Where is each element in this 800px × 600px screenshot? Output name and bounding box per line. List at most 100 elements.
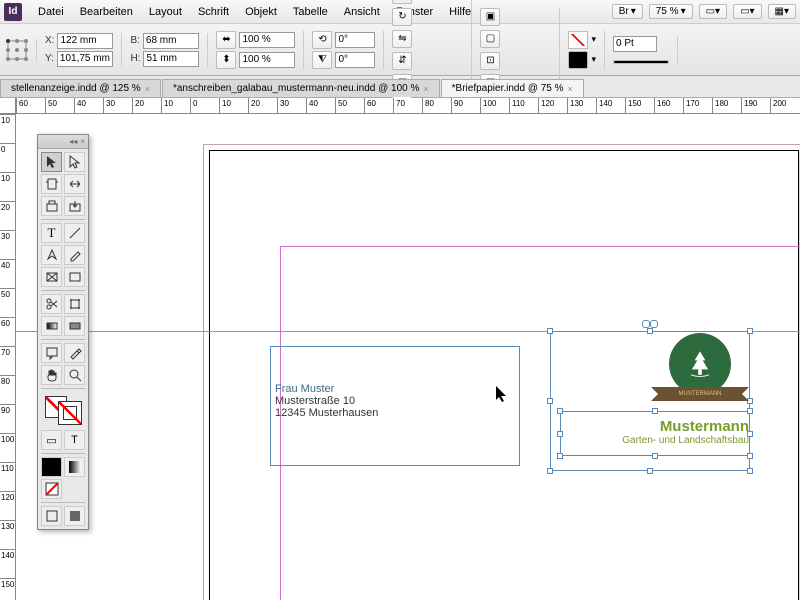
resize-handle[interactable]	[747, 468, 753, 474]
menu-layout[interactable]: Layout	[141, 6, 190, 18]
control-bar: X: Y: B: H: ⬌ ⬍ ⟲ ⧨ ↺ ↻ ⇋ ⇵ ▤ P ▣ ▢ ⊡ ◫ …	[0, 24, 800, 76]
line-tool[interactable]	[64, 223, 85, 243]
formatting-text-icon[interactable]: T	[64, 430, 85, 450]
h-label: H:	[130, 53, 140, 64]
gap-tool[interactable]	[64, 174, 85, 194]
tools-panel[interactable]: ◂◂× T ▭ T	[37, 134, 89, 530]
rectangle-tool[interactable]	[64, 267, 85, 287]
menu-datei[interactable]: Datei	[30, 6, 72, 18]
fit-content-icon[interactable]: ▣	[480, 8, 500, 26]
logo-mark	[669, 333, 731, 395]
x-input[interactable]	[57, 33, 113, 49]
screen-mode[interactable]: ▭▾	[733, 4, 761, 19]
address-text-frame[interactable]: Frau Muster Musterstraße 10 12345 Muster…	[270, 346, 520, 466]
page-tool[interactable]	[41, 174, 62, 194]
resize-handle[interactable]	[652, 408, 658, 414]
fit-frame-icon[interactable]: ▢	[480, 30, 500, 48]
tools-panel-header[interactable]: ◂◂×	[38, 135, 88, 149]
resize-handle[interactable]	[647, 468, 653, 474]
rotate-cw-icon[interactable]: ↻	[392, 8, 412, 26]
scale-x-input[interactable]	[239, 32, 295, 48]
scale-y-input[interactable]	[239, 52, 295, 68]
w-input[interactable]	[143, 33, 199, 49]
apply-gradient-icon[interactable]	[64, 457, 85, 477]
note-tool[interactable]	[41, 343, 62, 363]
fill-stroke-swatch[interactable]	[43, 394, 83, 426]
close-icon[interactable]: ×	[145, 84, 150, 94]
scale-x-icon: ⬌	[216, 31, 236, 49]
zoom-tool[interactable]	[64, 365, 85, 385]
view-mode-preview[interactable]	[64, 506, 85, 526]
stroke-weight-input[interactable]	[613, 36, 657, 52]
reference-point[interactable]	[6, 39, 37, 61]
tab-stellenanzeige[interactable]: stellenanzeige.indd @ 125 %×	[0, 79, 161, 97]
apply-none-icon[interactable]	[41, 479, 62, 499]
resize-handle[interactable]	[547, 468, 553, 474]
direct-selection-tool[interactable]	[64, 152, 85, 172]
gradient-feather-tool[interactable]	[64, 316, 85, 336]
flip-v-icon[interactable]: ⇵	[392, 52, 412, 70]
apply-color-icon[interactable]	[41, 457, 62, 477]
menu-ansicht[interactable]: Ansicht	[336, 6, 388, 18]
stroke-swatch[interactable]	[568, 51, 588, 69]
center-content-icon[interactable]: ⊡	[480, 52, 500, 70]
content-placer-tool[interactable]	[64, 196, 85, 216]
menu-bearbeiten[interactable]: Bearbeiten	[72, 6, 141, 18]
eyedropper-tool[interactable]	[64, 343, 85, 363]
y-input[interactable]	[57, 51, 113, 67]
resize-handle[interactable]	[547, 328, 553, 334]
scissors-tool[interactable]	[41, 294, 62, 314]
pen-tool[interactable]	[41, 245, 62, 265]
resize-handle[interactable]	[557, 453, 563, 459]
selection-tool[interactable]	[41, 152, 62, 172]
pencil-tool[interactable]	[64, 245, 85, 265]
close-icon[interactable]: ×	[80, 137, 85, 146]
tab-anschreiben[interactable]: *anschreiben_galabau_mustermann-neu.indd…	[162, 79, 440, 97]
fill-swatch[interactable]	[568, 31, 588, 49]
resize-handle[interactable]	[747, 453, 753, 459]
ruler-horizontal[interactable]: 6050403020100102030405060708090100110120…	[16, 98, 800, 114]
hand-tool[interactable]	[41, 365, 62, 385]
close-icon[interactable]: ×	[423, 84, 428, 94]
menu-objekt[interactable]: Objekt	[237, 6, 285, 18]
flip-h-icon[interactable]: ⇋	[392, 30, 412, 48]
page[interactable]: Frau Muster Musterstraße 10 12345 Muster…	[209, 150, 799, 600]
content-collector-tool[interactable]	[41, 196, 62, 216]
stroke-color[interactable]	[59, 402, 81, 424]
tab-briefpapier[interactable]: *Briefpapier.indd @ 75 %×	[441, 79, 584, 97]
view-options[interactable]: ▭▾	[699, 4, 727, 19]
type-tool[interactable]: T	[41, 223, 62, 243]
arrange-docs[interactable]: ▦▾	[768, 4, 796, 19]
menu-tabelle[interactable]: Tabelle	[285, 6, 336, 18]
brand-text-frame[interactable]: Mustermann Garten- und Landschaftsbau	[560, 411, 750, 456]
ruler-origin[interactable]	[0, 98, 16, 114]
zoom-level[interactable]: 75 % ▾	[649, 4, 693, 19]
logo-group[interactable]: MUSTERMANN	[650, 333, 750, 401]
address-line-3: 12345 Musterhausen	[275, 407, 515, 419]
resize-handle[interactable]	[652, 453, 658, 459]
resize-handle[interactable]	[747, 408, 753, 414]
brand-subtitle: Garten- und Landschaftsbau	[561, 435, 749, 446]
ruler-vertical[interactable]: 100102030405060708090100110120130140150	[0, 114, 16, 600]
h-input[interactable]	[143, 51, 199, 67]
rectangle-frame-tool[interactable]	[41, 267, 62, 287]
close-icon[interactable]: ×	[568, 84, 573, 94]
resize-handle[interactable]	[747, 431, 753, 437]
shear-input[interactable]	[335, 52, 375, 68]
formatting-container-icon[interactable]: ▭	[41, 430, 62, 450]
rotate-input[interactable]	[335, 32, 375, 48]
stroke-style[interactable]	[613, 60, 669, 64]
bridge-button[interactable]: Br ▾	[612, 4, 643, 19]
gradient-swatch-tool[interactable]	[41, 316, 62, 336]
resize-handle[interactable]	[557, 408, 563, 414]
logo-banner: MUSTERMANN	[661, 387, 739, 401]
rotation-handle[interactable]	[642, 320, 658, 328]
rotate-ccw-icon[interactable]: ↺	[392, 0, 412, 4]
free-transform-tool[interactable]	[64, 294, 85, 314]
canvas[interactable]: Frau Muster Musterstraße 10 12345 Muster…	[16, 114, 800, 600]
resize-handle[interactable]	[547, 398, 553, 404]
view-mode-normal[interactable]	[41, 506, 62, 526]
menu-schrift[interactable]: Schrift	[190, 6, 237, 18]
collapse-icon[interactable]: ◂◂	[69, 137, 77, 146]
resize-handle[interactable]	[557, 431, 563, 437]
